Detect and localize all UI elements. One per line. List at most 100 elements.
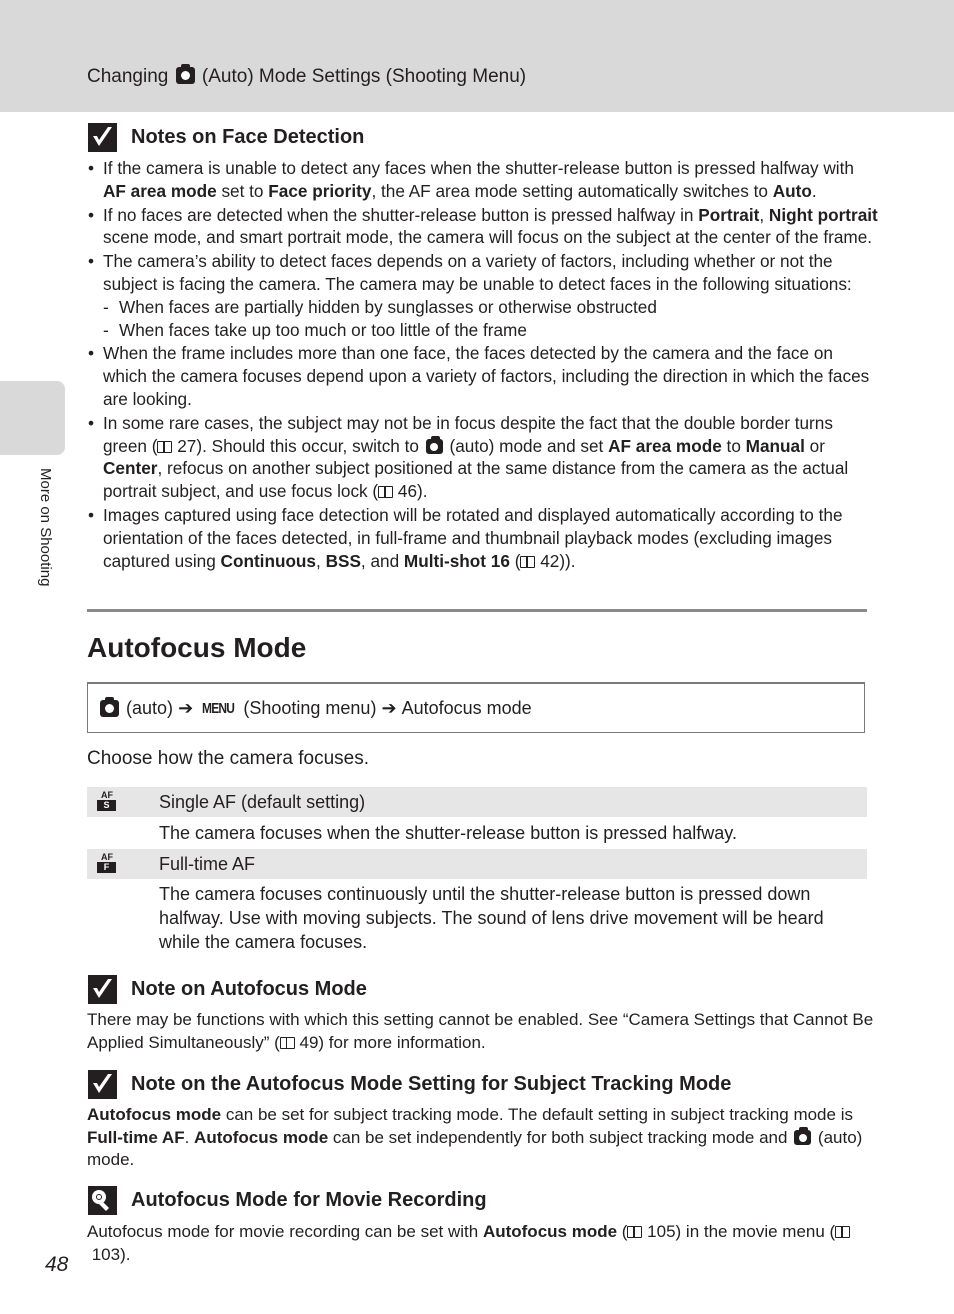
- bold-term: Full-time AF: [87, 1127, 185, 1147]
- text-run: (: [617, 1222, 628, 1241]
- text-run: or: [804, 435, 825, 456]
- face-detection-bullet-list: If the camera is unable to detect any fa…: [88, 157, 878, 573]
- text-run: , refocus on another subject positioned …: [103, 458, 849, 502]
- arrow-right-icon: ➔: [178, 697, 194, 718]
- bullet-item: When the frame includes more than one fa…: [88, 342, 878, 410]
- note-autofocus-text: There may be functions with which this s…: [87, 1009, 877, 1054]
- page-ref[interactable]: 105: [642, 1222, 675, 1241]
- path-item-label: Autofocus mode: [401, 697, 532, 718]
- header-title-start: Changing: [87, 66, 169, 87]
- bold-term: Autofocus mode: [194, 1127, 329, 1147]
- text-run: set to: [216, 180, 269, 201]
- text-run: , and: [360, 550, 404, 571]
- text-run: )).: [559, 550, 576, 571]
- menu-button-icon: MENU: [202, 699, 235, 717]
- dash-marker: -: [103, 319, 109, 340]
- path-mode-label: (auto): [126, 697, 174, 718]
- section-title: Autofocus Mode: [87, 632, 307, 663]
- book-ref-icon: [627, 1226, 643, 1238]
- bullet-item: If no faces are detected when the shutte…: [88, 204, 878, 250]
- section-divider: [87, 609, 867, 612]
- text-run: to: [721, 435, 746, 456]
- header-band: [0, 0, 954, 112]
- af-s-icon: AF S: [97, 790, 117, 814]
- bold-term: Portrait: [698, 204, 760, 225]
- check-note-icon: [88, 975, 117, 1004]
- text-run: (auto) mode and set: [444, 435, 609, 456]
- page-ref[interactable]: 46: [393, 481, 417, 501]
- arrow-right-icon: ➔: [381, 697, 397, 718]
- option-label-single-af: Single AF (default setting): [159, 791, 366, 812]
- bullet-item: In some rare cases, the subject may not …: [88, 412, 878, 503]
- bold-term: Autofocus mode: [482, 1222, 618, 1241]
- text-run: can be set independently for both subjec…: [328, 1127, 793, 1147]
- text-run: (: [509, 550, 521, 571]
- book-ref-icon: [520, 555, 536, 568]
- option-desc-full-time-af: The camera focuses continuously until th…: [159, 884, 824, 952]
- check-note-icon: [88, 123, 117, 152]
- bullet-item: If the camera is unable to detect any fa…: [88, 157, 878, 203]
- bold-term: AF area mode: [608, 435, 722, 456]
- note-autofocus-title: Note on Autofocus Mode: [131, 978, 367, 1000]
- page-ref[interactable]: 27: [172, 436, 196, 456]
- bold-term: Auto: [772, 180, 812, 201]
- note-autofocus-text-end: ) for more information.: [318, 1032, 486, 1052]
- bold-term: Multi-shot 16: [403, 550, 510, 571]
- option-row-single-af: AF S Single AF (default setting): [87, 787, 867, 817]
- note-tracking-heading: Note on the Autofocus Mode Setting for S…: [88, 1070, 731, 1099]
- text-run: ) in the movie menu (: [675, 1222, 836, 1241]
- camera-auto-icon: [794, 1126, 812, 1145]
- side-tab-label: More on Shooting: [37, 468, 54, 587]
- text-run: The camera’s ability to detect faces dep…: [103, 251, 852, 294]
- bold-term: Autofocus mode: [87, 1105, 222, 1124]
- bold-term: Manual: [745, 435, 805, 456]
- af-f-icon: AF F: [97, 852, 117, 876]
- af-s-icon-top: AF: [101, 790, 113, 800]
- section-intro: Choose how the camera focuses.: [87, 748, 369, 769]
- bold-term: Night portrait: [768, 204, 878, 225]
- bold-term: Center: [103, 458, 158, 479]
- notes-face-detection-heading: Notes on Face Detection: [88, 123, 364, 152]
- text-run: Autofocus mode for movie recording can b…: [87, 1222, 483, 1241]
- bullet-item: Images captured using face detection wil…: [88, 504, 878, 572]
- text-run: ,: [316, 550, 326, 571]
- side-thumb-tab[interactable]: [0, 381, 65, 455]
- af-s-icon-bottom: S: [97, 800, 116, 811]
- page-ref[interactable]: 103: [87, 1245, 120, 1264]
- tip-movie-heading: Autofocus Mode for Movie Recording: [88, 1186, 487, 1215]
- note-tracking-title: Note on the Autofocus Mode Setting for S…: [131, 1073, 732, 1095]
- book-ref-icon: [835, 1226, 851, 1238]
- check-note-icon: [88, 1070, 117, 1099]
- text-run: scene mode, and smart portrait mode, the…: [103, 227, 873, 248]
- page-ref[interactable]: 42: [535, 551, 559, 571]
- text-run: If the camera is unable to detect any fa…: [103, 158, 854, 178]
- page-number: 48: [45, 1253, 69, 1276]
- text-run: ).: [417, 481, 428, 502]
- text-run: ,: [759, 204, 769, 225]
- book-ref-icon: [279, 1036, 295, 1049]
- option-row-full-time-af: AF F Full-time AF: [87, 849, 867, 879]
- text-run: When the frame includes more than one fa…: [103, 343, 870, 409]
- book-ref-icon: [157, 440, 173, 453]
- bold-term: AF area mode: [103, 180, 217, 201]
- header-title-end: (Auto) Mode Settings (Shooting Menu): [201, 66, 527, 87]
- camera-auto-icon: [100, 696, 119, 717]
- bullet-item: The camera’s ability to detect faces dep…: [88, 250, 878, 341]
- path-menu-label: (Shooting menu): [243, 697, 377, 718]
- option-label-full-time-af: Full-time AF: [159, 853, 256, 874]
- menu-path-box: (auto) ➔ MENU (Shooting menu) ➔ Autofocu…: [87, 682, 865, 733]
- text-run: ). Should this occur, switch to: [196, 435, 424, 456]
- tip-movie-text: Autofocus mode for movie recording can b…: [87, 1221, 877, 1266]
- option-desc-single-af: The camera focuses when the shutter-rele…: [159, 823, 737, 843]
- tip-bulb-icon: [88, 1186, 117, 1215]
- tip-movie-title: Autofocus Mode for Movie Recording: [131, 1189, 487, 1211]
- sub-bullet-item: - When faces are partially hidden by sung…: [103, 296, 657, 317]
- text-run: If no faces are detected when the shutte…: [103, 204, 699, 225]
- text-run: .: [184, 1127, 195, 1147]
- note-tracking-text: Autofocus mode can be set for subject tr…: [87, 1104, 877, 1172]
- book-ref-icon: [378, 486, 394, 499]
- page-ref[interactable]: 49: [300, 1033, 319, 1052]
- af-f-icon-bottom: F: [97, 862, 116, 873]
- bold-term: BSS: [325, 550, 361, 571]
- running-header: Changing (Auto) Mode Settings (Shooting …: [87, 64, 527, 88]
